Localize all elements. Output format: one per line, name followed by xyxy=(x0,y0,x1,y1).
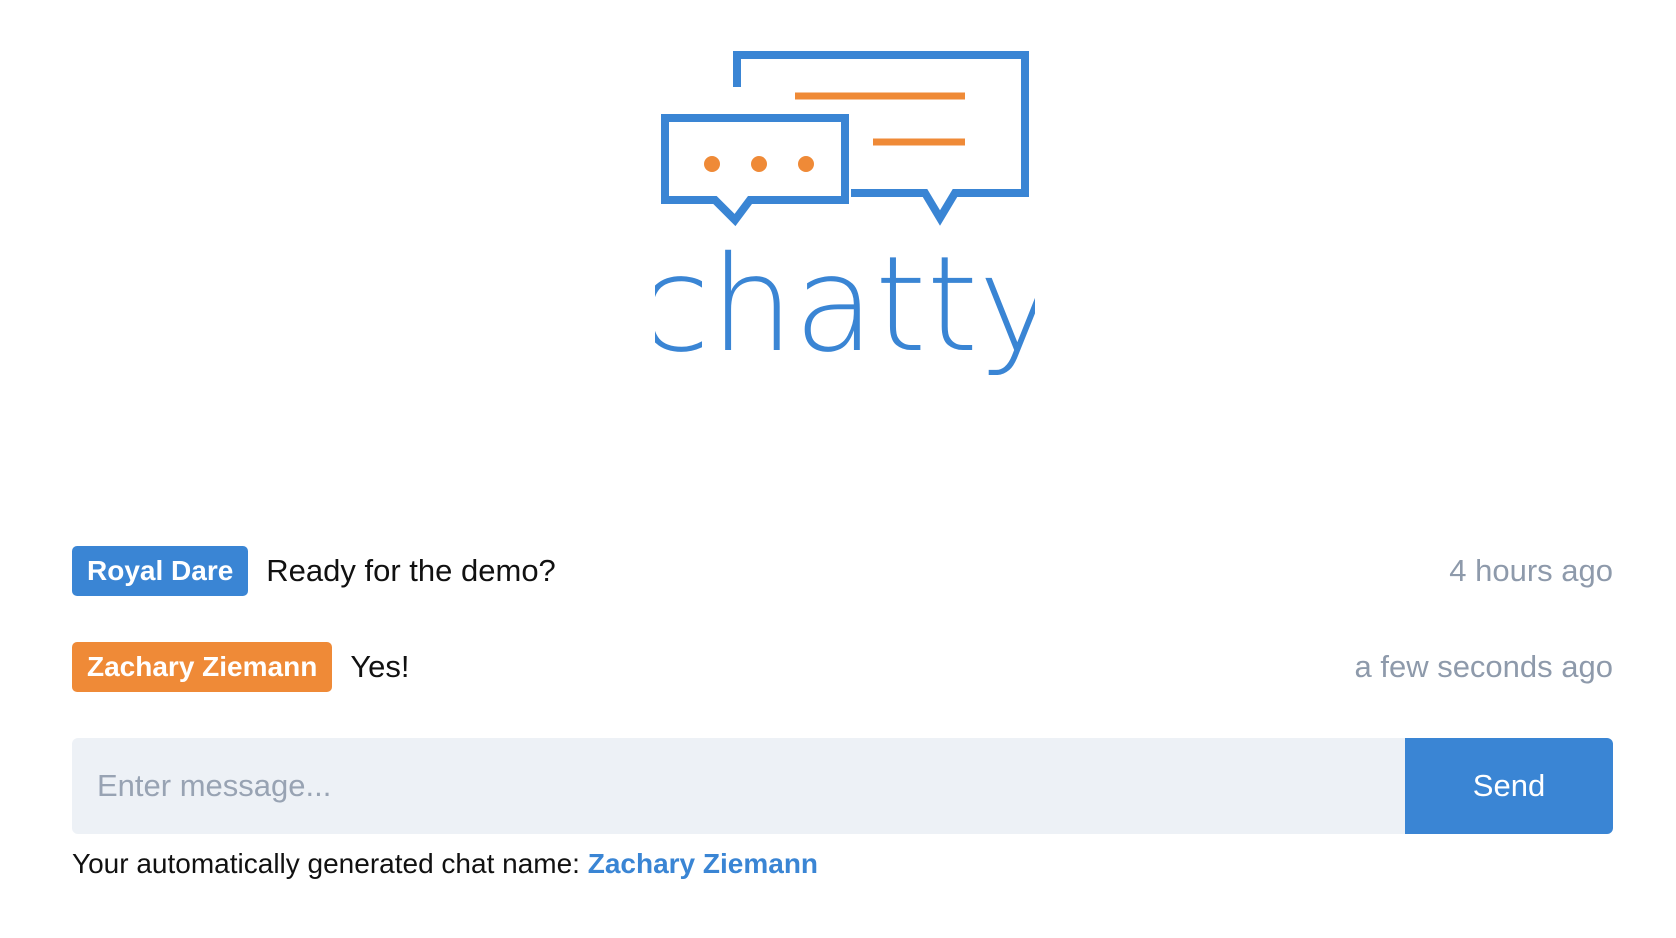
message-row: Zachary Ziemann Yes! a few seconds ago xyxy=(72,641,1613,693)
message-timestamp: a few seconds ago xyxy=(1354,649,1613,684)
chat-name-value: Zachary Ziemann xyxy=(587,848,819,879)
message-row: Royal Dare Ready for the demo? 4 hours a… xyxy=(72,545,1613,597)
author-badge: Royal Dare xyxy=(72,546,249,596)
message-timestamp: 4 hours ago xyxy=(1449,553,1613,588)
message-text: Yes! xyxy=(350,649,410,684)
chat-name-info: Your automatically generated chat name: … xyxy=(72,848,818,880)
message-composer: Send xyxy=(72,738,1613,834)
chatty-logo: chatty xyxy=(655,51,1035,380)
message-text: Ready for the demo? xyxy=(266,553,556,588)
author-badge: Zachary Ziemann xyxy=(72,642,333,692)
message-input[interactable] xyxy=(72,738,1405,834)
typing-dot-2 xyxy=(751,156,767,172)
logo-area: chatty xyxy=(0,0,1676,420)
chat-name-label: Your automatically generated chat name: xyxy=(72,848,580,879)
logo-wordmark: chatty xyxy=(655,228,1035,380)
typing-dot-1 xyxy=(704,156,720,172)
chat-app: chatty Royal Dare Ready for the demo? 4 … xyxy=(0,0,1676,938)
message-list: Royal Dare Ready for the demo? 4 hours a… xyxy=(72,545,1613,737)
typing-dot-3 xyxy=(798,156,814,172)
send-button[interactable]: Send xyxy=(1405,738,1613,834)
large-speech-bubble-icon xyxy=(733,51,1029,226)
